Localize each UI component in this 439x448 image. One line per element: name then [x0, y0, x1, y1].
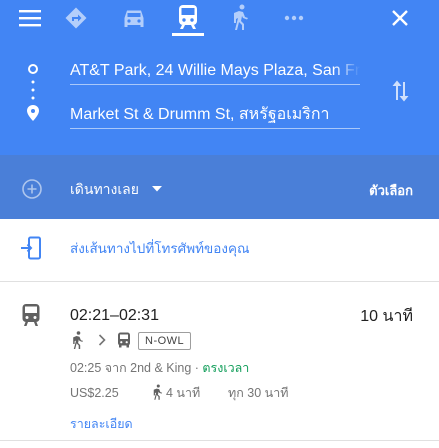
- directions-icon[interactable]: [62, 4, 90, 32]
- departure-info: 02:25 จาก 2nd & King · ตรงเวลา: [70, 360, 249, 376]
- walk-icon: [69, 331, 85, 349]
- close-icon[interactable]: [386, 4, 414, 32]
- origin-field[interactable]: AT&T Park, 24 Willie Mays Plaza, San Fr: [70, 57, 360, 85]
- selected-mode-indicator: [172, 33, 204, 36]
- car-icon[interactable]: [120, 4, 148, 32]
- fare: US$2.25: [70, 386, 119, 400]
- more-icon[interactable]: [280, 4, 308, 32]
- route-line-icon: [27, 64, 39, 121]
- send-to-phone-icon[interactable]: [18, 235, 44, 261]
- menu-icon[interactable]: [18, 6, 42, 30]
- destination-text: Market St & Drumm St, สหรัฐอเมริกา: [70, 106, 330, 123]
- walk-icon[interactable]: [226, 3, 254, 31]
- line-badge: N-OWL: [138, 332, 192, 350]
- walk-icon: [150, 384, 163, 400]
- trip-duration: 10 นาที: [360, 308, 413, 325]
- options-button[interactable]: ตัวเลือก: [369, 182, 413, 200]
- details-link[interactable]: รายละเอียด: [70, 416, 133, 432]
- bus-icon: [116, 331, 132, 349]
- on-time-status: ตรงเวลา: [202, 361, 250, 375]
- depart-now-dropdown[interactable]: เดินทางเลย: [70, 180, 139, 198]
- trip-time-range: 02:21–02:31: [70, 307, 159, 324]
- frequency: ทุก 30 นาที: [228, 386, 289, 400]
- chevron-right-icon: [96, 333, 108, 347]
- divider: [0, 440, 439, 441]
- send-to-phone-link[interactable]: ส่งเส้นทางไปที่โทรศัพท์ของคุณ: [70, 240, 250, 258]
- divider: [0, 281, 439, 282]
- departure-text: 02:25 จาก 2nd & King ·: [70, 361, 203, 375]
- destination-field[interactable]: Market St & Drumm St, สหรัฐอเมริกา: [70, 101, 360, 129]
- add-stop-icon[interactable]: [20, 177, 44, 201]
- transit-icon: [20, 303, 42, 327]
- travel-mode-bar: [0, 0, 439, 36]
- chevron-down-icon[interactable]: [150, 182, 164, 196]
- origin-text: AT&T Park, 24 Willie Mays Plaza, San Fr: [70, 62, 360, 79]
- walk-duration: 4 นาที: [166, 386, 201, 400]
- directions-header: AT&T Park, 24 Willie Mays Plaza, San Fr …: [0, 0, 439, 155]
- swap-icon[interactable]: [386, 77, 414, 105]
- transit-icon[interactable]: [172, 2, 204, 32]
